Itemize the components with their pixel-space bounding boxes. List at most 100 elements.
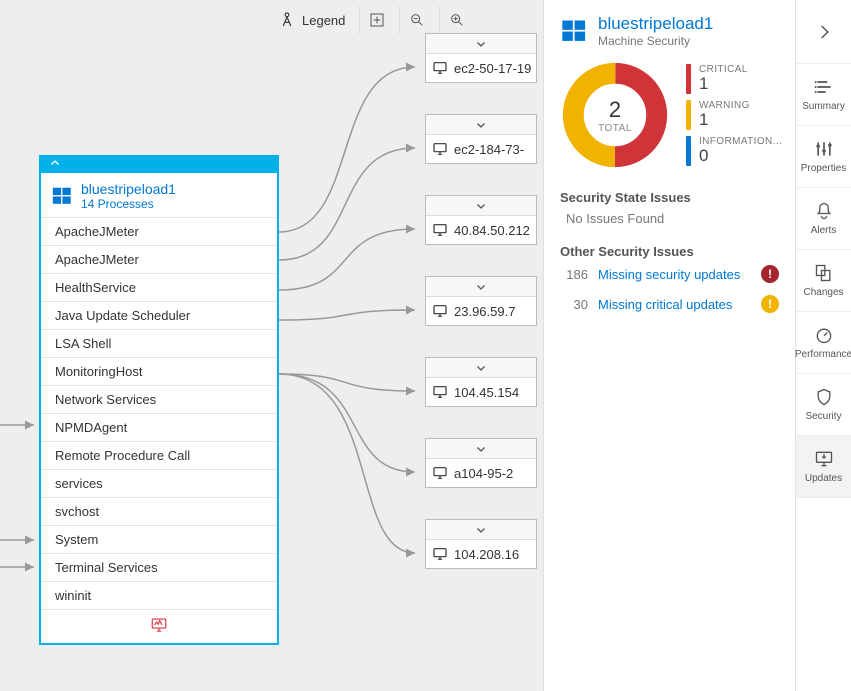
- panel-title: bluestripeload1: [598, 14, 713, 34]
- monitor-icon: [432, 384, 448, 400]
- severity-legend: CRITICAL 1 WARNING 1 INFORMATION... 0: [686, 64, 782, 165]
- target-body: 104.45.154: [426, 378, 536, 406]
- target-expand-button[interactable]: [426, 520, 536, 540]
- right-rail: Summary Properties Alerts Changes Perfor…: [795, 0, 851, 691]
- zoom-out-icon: [409, 12, 425, 28]
- process-item[interactable]: services: [41, 469, 277, 497]
- target-node[interactable]: 104.45.154: [425, 357, 537, 407]
- severity-label: INFORMATION...: [699, 136, 782, 147]
- rail-tab-label: Alerts: [811, 225, 837, 236]
- issue-count: 30: [560, 297, 588, 312]
- target-node[interactable]: a104-95-2: [425, 438, 537, 488]
- process-item[interactable]: svchost: [41, 497, 277, 525]
- process-item[interactable]: MonitoringHost: [41, 357, 277, 385]
- zoom-out-button[interactable]: [399, 6, 433, 34]
- process-item[interactable]: ApacheJMeter: [41, 245, 277, 273]
- rail-tab-label: Properties: [801, 163, 847, 174]
- process-item[interactable]: Remote Procedure Call: [41, 441, 277, 469]
- rail-tab-updates[interactable]: Updates: [796, 436, 851, 498]
- rail-tab-summary[interactable]: Summary: [796, 64, 851, 126]
- monitor-icon: [432, 303, 448, 319]
- security-issue-row[interactable]: 30 Missing critical updates !: [560, 289, 779, 319]
- target-expand-button[interactable]: [426, 196, 536, 216]
- chevron-right-icon: [815, 23, 833, 41]
- process-item[interactable]: System: [41, 525, 277, 553]
- rail-tab-changes[interactable]: Changes: [796, 250, 851, 312]
- machine-footer: [41, 609, 277, 643]
- target-node[interactable]: ec2-50-17-19: [425, 33, 537, 83]
- issue-severity-badge: !: [761, 295, 779, 313]
- target-body: ec2-184-73-: [426, 135, 536, 163]
- target-label: 40.84.50.212: [454, 223, 530, 238]
- target-node[interactable]: 40.84.50.212: [425, 195, 537, 245]
- machine-title: bluestripeload1: [81, 181, 176, 197]
- alerts-icon: [814, 201, 834, 221]
- zoom-in-button[interactable]: [439, 6, 473, 34]
- issue-link[interactable]: Missing security updates: [598, 267, 751, 282]
- donut-total-label: TOTAL: [598, 123, 632, 134]
- rail-tab-performance[interactable]: Performance: [796, 312, 851, 374]
- security-issue-list: 186 Missing security updates !30 Missing…: [560, 259, 779, 319]
- machine-node[interactable]: bluestripeload1 14 Processes ApacheJMete…: [39, 155, 279, 645]
- target-expand-button[interactable]: [426, 115, 536, 135]
- monitor-icon: [432, 465, 448, 481]
- rail-tab-alerts[interactable]: Alerts: [796, 188, 851, 250]
- collapse-button[interactable]: [41, 157, 277, 173]
- target-label: ec2-184-73-: [454, 142, 524, 157]
- zoom-in-icon: [449, 12, 465, 28]
- process-item[interactable]: ApacheJMeter: [41, 217, 277, 245]
- chevron-down-icon: [475, 38, 487, 50]
- fit-to-screen-button[interactable]: [359, 6, 393, 34]
- issue-count: 186: [560, 267, 588, 282]
- process-item[interactable]: HealthService: [41, 273, 277, 301]
- severity-donut-chart: 2 TOTAL: [560, 60, 670, 170]
- chevron-down-icon: [475, 281, 487, 293]
- performance-icon: [814, 325, 834, 345]
- target-expand-button[interactable]: [426, 34, 536, 54]
- process-item[interactable]: LSA Shell: [41, 329, 277, 357]
- target-expand-button[interactable]: [426, 358, 536, 378]
- security-state-none: No Issues Found: [566, 211, 779, 226]
- machine-security-panel: bluestripeload1 Machine Security 2 TOTAL…: [543, 0, 795, 691]
- target-node[interactable]: 23.96.59.7: [425, 276, 537, 326]
- target-expand-button[interactable]: [426, 439, 536, 459]
- process-item[interactable]: Terminal Services: [41, 553, 277, 581]
- target-body: 40.84.50.212: [426, 216, 536, 244]
- target-body: 23.96.59.7: [426, 297, 536, 325]
- process-item[interactable]: Java Update Scheduler: [41, 301, 277, 329]
- rail-tab-security[interactable]: Security: [796, 374, 851, 436]
- donut-total: 2: [609, 97, 621, 123]
- properties-icon: [814, 139, 834, 159]
- target-node[interactable]: 104.208.16: [425, 519, 537, 569]
- rail-tab-label: Summary: [802, 101, 845, 112]
- severity-count: 1: [699, 75, 748, 94]
- security-issue-row[interactable]: 186 Missing security updates !: [560, 259, 779, 289]
- chevron-down-icon: [475, 200, 487, 212]
- chevron-down-icon: [475, 524, 487, 536]
- legend-icon: [278, 11, 296, 29]
- process-list: ApacheJMeterApacheJMeterHealthServiceJav…: [41, 217, 277, 609]
- rail-tab-label: Updates: [805, 473, 842, 484]
- chevron-down-icon: [475, 119, 487, 131]
- issue-link[interactable]: Missing critical updates: [598, 297, 751, 312]
- monitor-icon: [432, 141, 448, 157]
- other-security-title: Other Security Issues: [560, 244, 779, 259]
- process-item[interactable]: Network Services: [41, 385, 277, 413]
- severity-count: 0: [699, 147, 782, 166]
- target-label: 23.96.59.7: [454, 304, 515, 319]
- rail-tab-properties[interactable]: Properties: [796, 126, 851, 188]
- process-item[interactable]: NPMDAgent: [41, 413, 277, 441]
- windows-icon: [560, 17, 588, 45]
- panel-subtitle: Machine Security: [598, 34, 713, 48]
- process-item[interactable]: wininit: [41, 581, 277, 609]
- monitor-icon: [432, 546, 448, 562]
- panel-collapse-button[interactable]: [796, 0, 851, 64]
- alert-monitor-icon: [150, 616, 168, 634]
- target-label: 104.208.16: [454, 547, 519, 562]
- legend-button[interactable]: Legend: [270, 9, 353, 31]
- machine-header: bluestripeload1 14 Processes: [41, 173, 277, 217]
- issue-severity-badge: !: [761, 265, 779, 283]
- target-expand-button[interactable]: [426, 277, 536, 297]
- target-body: a104-95-2: [426, 459, 536, 487]
- target-node[interactable]: ec2-184-73-: [425, 114, 537, 164]
